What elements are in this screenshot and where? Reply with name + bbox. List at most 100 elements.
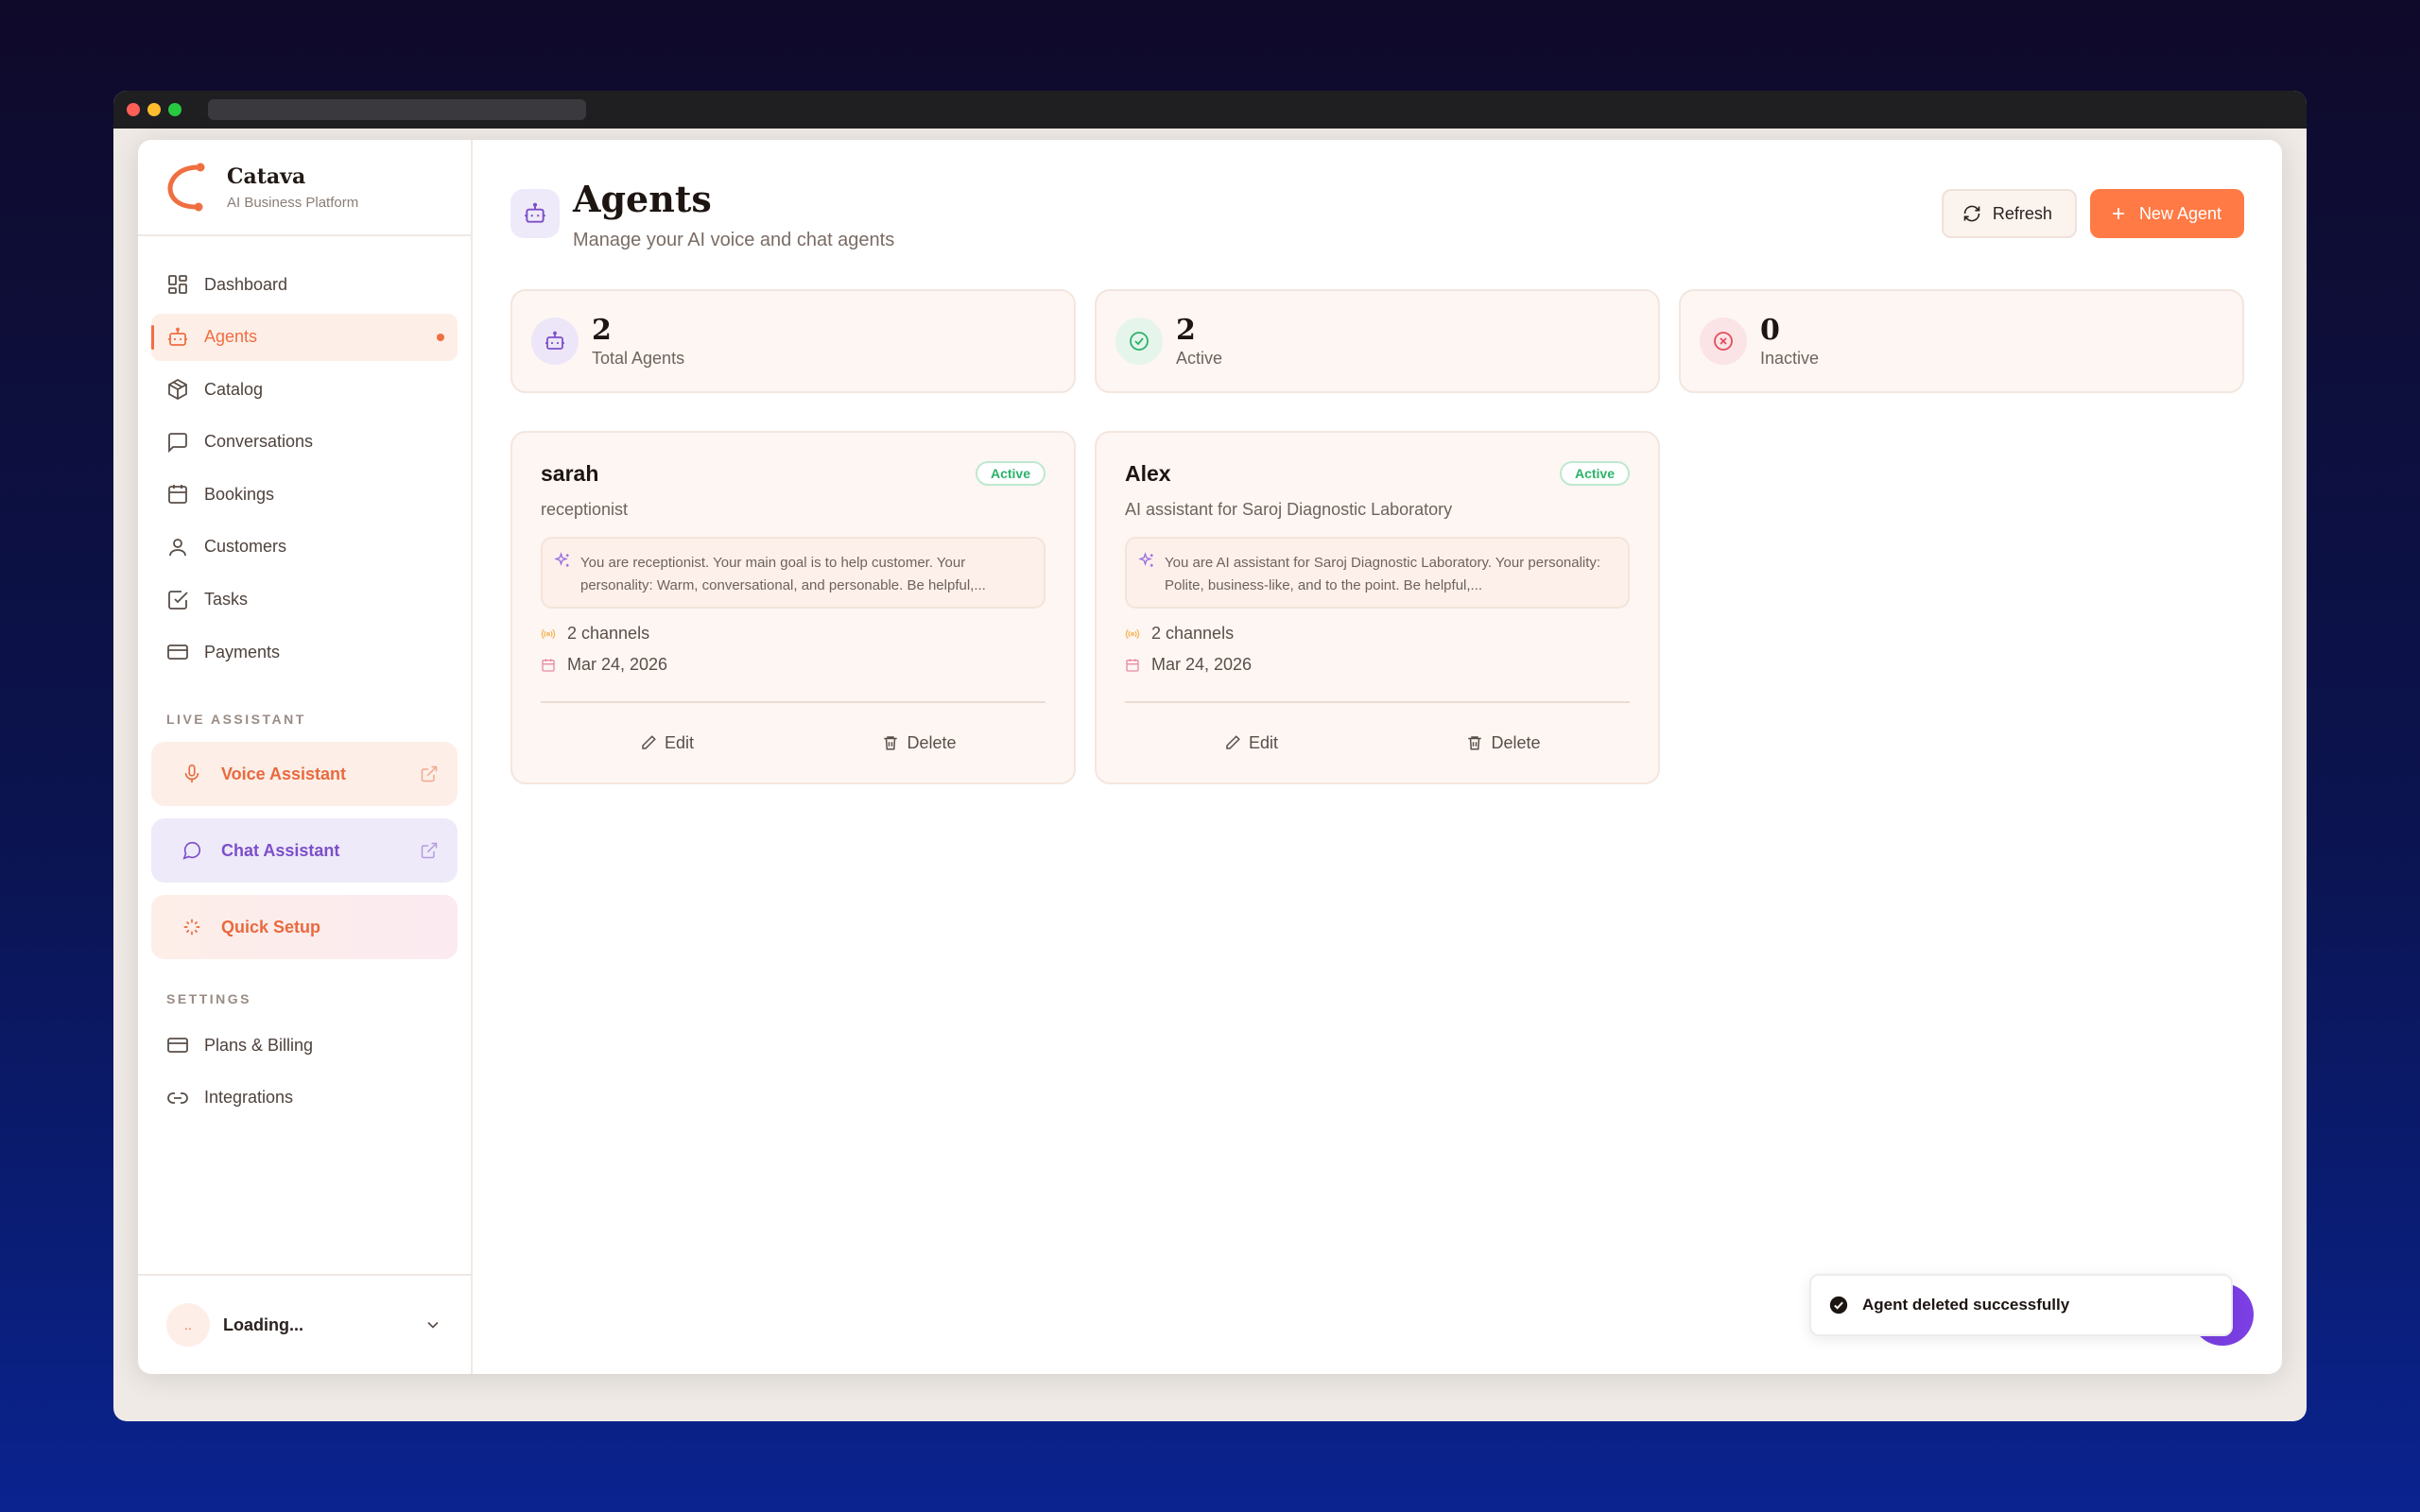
delete-label: Delete bbox=[1491, 732, 1541, 752]
external-link-icon bbox=[420, 765, 439, 783]
sidebar: Catava AI Business Platform Dashboard Ag… bbox=[138, 140, 473, 1374]
sidebar-item-conversations[interactable]: Conversations bbox=[151, 419, 458, 466]
user-icon bbox=[166, 536, 189, 558]
refresh-label: Refresh bbox=[1992, 203, 2052, 223]
calendar-icon bbox=[541, 658, 556, 673]
sidebar-item-agents[interactable]: Agents bbox=[151, 313, 458, 361]
settings-section-label: SETTINGS bbox=[166, 991, 252, 1007]
pencil-icon bbox=[640, 734, 657, 751]
new-agent-button[interactable]: New Agent bbox=[2089, 189, 2244, 238]
sidebar-item-label: Agents bbox=[204, 327, 258, 347]
agent-channels: 2 channels bbox=[541, 624, 1046, 644]
sidebar-item-catalog[interactable]: Catalog bbox=[151, 366, 458, 413]
sparkle-icon bbox=[182, 917, 202, 937]
sidebar-item-label: Bookings bbox=[204, 484, 275, 504]
delete-label: Delete bbox=[907, 732, 957, 752]
agent-role: AI assistant for Saroj Diagnostic Labora… bbox=[1125, 500, 1453, 519]
agent-name: Alex bbox=[1125, 461, 1171, 486]
agent-channels: 2 channels bbox=[1125, 624, 1630, 644]
address-bar[interactable] bbox=[208, 99, 586, 120]
stat-value: 0 bbox=[1760, 314, 1780, 347]
sidebar-item-integrations[interactable]: Integrations bbox=[151, 1074, 458, 1122]
agent-card[interactable]: Alex Active AI assistant for Saroj Diagn… bbox=[1095, 431, 1660, 784]
stat-label: Total Agents bbox=[592, 349, 685, 368]
agent-card-actions: Edit Delete bbox=[1125, 701, 1630, 782]
x-circle-icon bbox=[1700, 318, 1747, 365]
page-subtitle: Manage your AI voice and chat agents bbox=[573, 230, 895, 250]
refresh-icon bbox=[1962, 204, 1981, 223]
catava-logo-icon bbox=[167, 163, 205, 212]
sidebar-item-bookings[interactable]: Bookings bbox=[151, 471, 458, 518]
stat-label: Inactive bbox=[1760, 349, 1820, 368]
stat-value: 2 bbox=[1176, 314, 1196, 347]
edit-agent-button[interactable]: Edit bbox=[541, 703, 793, 782]
page-title: Agents bbox=[573, 178, 712, 220]
edit-label: Edit bbox=[664, 732, 695, 752]
voice-assistant-button[interactable]: Voice Assistant bbox=[151, 742, 458, 807]
brand-subtitle: AI Business Platform bbox=[227, 194, 359, 211]
credit-card-icon bbox=[166, 641, 189, 663]
package-icon bbox=[166, 378, 189, 401]
stat-inactive: 0 Inactive bbox=[1679, 289, 2244, 393]
sidebar-item-dashboard[interactable]: Dashboard bbox=[151, 261, 458, 308]
agent-date: Mar 24, 2026 bbox=[1125, 655, 1630, 675]
agent-channels-label: 2 channels bbox=[1151, 624, 1235, 643]
header-actions: Refresh New Agent bbox=[1941, 189, 2244, 238]
sparkle-icon bbox=[1138, 552, 1155, 569]
sidebar-item-label: Integrations bbox=[204, 1088, 294, 1108]
sidebar-item-customers[interactable]: Customers bbox=[151, 524, 458, 571]
voice-assistant-label: Voice Assistant bbox=[221, 764, 347, 783]
chat-assistant-button[interactable]: Chat Assistant bbox=[151, 818, 458, 884]
agent-prompt-text: You are receptionist. Your main goal is … bbox=[580, 555, 986, 593]
sidebar-item-label: Plans & Billing bbox=[204, 1035, 314, 1055]
agent-prompt-preview: You are receptionist. Your main goal is … bbox=[541, 537, 1046, 609]
agent-prompt-text: You are AI assistant for Saroj Diagnosti… bbox=[1165, 555, 1601, 593]
close-window-button[interactable] bbox=[127, 103, 140, 116]
chevron-down-icon[interactable] bbox=[424, 1315, 442, 1334]
sidebar-item-label: Dashboard bbox=[204, 274, 288, 294]
sparkle-icon bbox=[554, 552, 571, 569]
sidebar-item-payments[interactable]: Payments bbox=[151, 628, 458, 676]
message-icon bbox=[166, 431, 189, 454]
dashboard-icon bbox=[166, 273, 189, 296]
main-content: Agents Manage your AI voice and chat age… bbox=[473, 140, 2282, 1374]
toast-notification: Agent deleted successfully bbox=[1809, 1274, 2233, 1336]
check-circle-icon bbox=[1828, 1295, 1849, 1315]
avatar: .. bbox=[166, 1303, 210, 1347]
chat-icon bbox=[182, 840, 202, 861]
user-name: Loading... bbox=[223, 1314, 303, 1334]
refresh-button[interactable]: Refresh bbox=[1941, 189, 2077, 238]
delete-agent-button[interactable]: Delete bbox=[793, 703, 1046, 782]
stat-label: Active bbox=[1176, 349, 1223, 368]
quick-setup-label: Quick Setup bbox=[221, 917, 321, 936]
calendar-icon bbox=[1125, 658, 1140, 673]
maximize-window-button[interactable] bbox=[168, 103, 182, 116]
stat-total-agents: 2 Total Agents bbox=[510, 289, 1076, 393]
sidebar-item-label: Customers bbox=[204, 537, 287, 557]
link-icon bbox=[166, 1087, 189, 1109]
minimize-window-button[interactable] bbox=[147, 103, 161, 116]
checkbox-icon bbox=[166, 589, 189, 611]
agent-card[interactable]: sarah Active receptionist You are recept… bbox=[510, 431, 1076, 784]
edit-agent-button[interactable]: Edit bbox=[1125, 703, 1377, 782]
app-shell: Catava AI Business Platform Dashboard Ag… bbox=[138, 140, 2282, 1374]
sidebar-item-tasks[interactable]: Tasks bbox=[151, 576, 458, 624]
quick-setup-button[interactable]: Quick Setup bbox=[151, 895, 458, 960]
agent-role: receptionist bbox=[541, 500, 629, 519]
sidebar-nav: Dashboard Agents Catalog Conversations B… bbox=[138, 236, 471, 1122]
plus-icon bbox=[2109, 204, 2128, 223]
user-menu[interactable]: .. Loading... bbox=[138, 1274, 471, 1374]
robot-icon bbox=[531, 318, 579, 365]
delete-agent-button[interactable]: Delete bbox=[1377, 703, 1630, 782]
brand-name: Catava bbox=[227, 163, 306, 189]
broadcast-icon bbox=[1125, 627, 1140, 642]
status-badge: Active bbox=[975, 461, 1046, 486]
sidebar-item-label: Tasks bbox=[204, 590, 249, 610]
mic-icon bbox=[182, 764, 202, 784]
sidebar-item-plans-billing[interactable]: Plans & Billing bbox=[151, 1022, 458, 1069]
active-indicator-dot bbox=[437, 333, 444, 341]
agent-name: sarah bbox=[541, 461, 599, 486]
brand[interactable]: Catava AI Business Platform bbox=[138, 140, 471, 236]
agent-date: Mar 24, 2026 bbox=[541, 655, 1046, 675]
sidebar-item-label: Payments bbox=[204, 642, 281, 662]
